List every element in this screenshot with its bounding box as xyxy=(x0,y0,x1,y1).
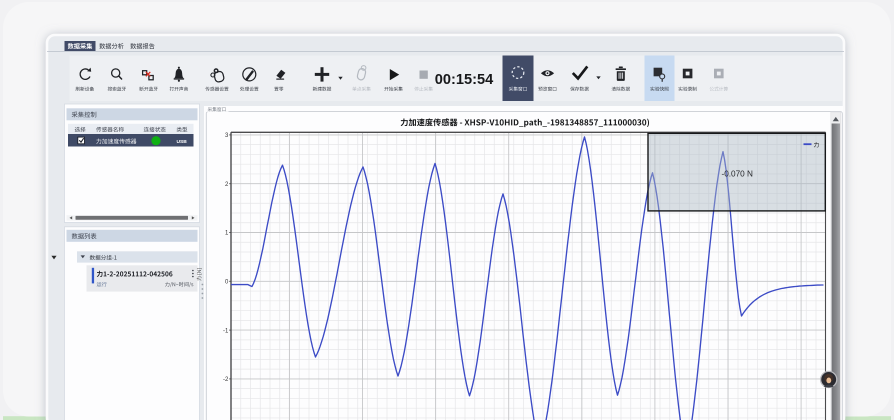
svg-text:-2: -2 xyxy=(223,377,229,383)
svg-text:USB: USB xyxy=(177,139,188,145)
svg-text:-0.070 N: -0.070 N xyxy=(722,169,753,178)
svg-text:00:15:54: 00:15:54 xyxy=(435,72,494,88)
svg-text:-1: -1 xyxy=(223,328,229,334)
